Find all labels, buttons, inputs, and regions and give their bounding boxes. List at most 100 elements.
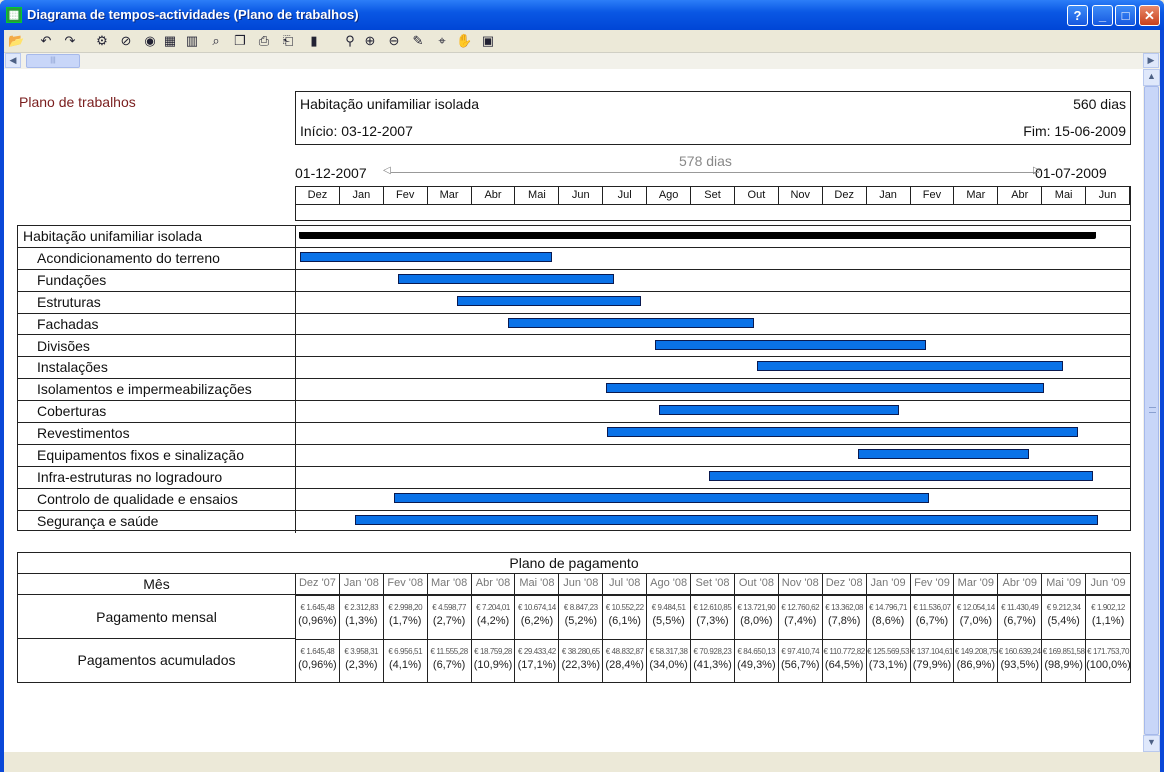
cumulative-percent: (0,96%)	[298, 659, 337, 671]
zoom-area-icon[interactable]: ⌖	[434, 33, 450, 49]
close-button[interactable]: ✕	[1139, 5, 1160, 26]
open-folder-icon[interactable]: 📂	[8, 33, 24, 49]
hand-icon[interactable]: ✋	[456, 33, 472, 49]
status-bar	[4, 752, 1160, 772]
task-bar[interactable]	[606, 427, 1079, 438]
scroll-up-button[interactable]: ▲	[1143, 69, 1160, 86]
minimize-button[interactable]: _	[1092, 5, 1113, 26]
task-bar[interactable]	[355, 514, 1098, 525]
select-zoom-icon[interactable]: ⚲	[342, 33, 358, 49]
task-bar[interactable]	[756, 361, 1064, 372]
payment-month: Jan '09	[866, 574, 911, 595]
task-label: Acondicionamento do terreno	[18, 247, 296, 270]
window-icon[interactable]: ▣	[480, 33, 496, 49]
monthly-cell: € 14.796,71 (8,6%)	[867, 596, 911, 639]
cumulative-amount: € 6.956,51	[388, 647, 423, 656]
month-16: Abr	[998, 187, 1043, 204]
pencil-icon[interactable]: ✎	[410, 33, 426, 49]
record-icon[interactable]: ◉	[142, 33, 158, 49]
monthly-percent: (5,2%)	[564, 615, 597, 627]
task-label: Equipamentos fixos e sinalização	[18, 445, 296, 467]
arrow-right-icon: ▷	[1033, 165, 1041, 176]
monthly-amount: € 11.536,07	[913, 603, 951, 612]
monthly-percent: (4,2%)	[476, 615, 510, 627]
monthly-cell: € 11.430,49 (6,7%)	[998, 596, 1043, 639]
cumulative-cell: € 160.639,24 (93,5%)	[998, 640, 1043, 682]
payment-month: Out '08	[734, 574, 779, 595]
cumulative-percent: (86,9%)	[956, 659, 996, 671]
vertical-scroll-thumb[interactable]	[1144, 86, 1159, 735]
print-icon[interactable]: ⎙	[256, 33, 272, 49]
task-bar[interactable]	[508, 317, 754, 328]
monthly-amount: € 12.760,62	[781, 603, 820, 612]
month-8: Ago	[647, 187, 692, 204]
cumulative-cell: € 29.433,42 (17,1%)	[515, 640, 560, 682]
task-bar[interactable]	[398, 273, 615, 284]
horizontal-scrollbar[interactable]: ◀ ||| ▶	[4, 52, 1160, 69]
title-bar[interactable]: ▦ Diagrama de tempos-actividades (Plano …	[0, 0, 1164, 30]
monthly-amount: € 12.610,85	[693, 603, 732, 612]
scroll-down-button[interactable]: ▼	[1143, 735, 1160, 752]
month-9: Set	[691, 187, 735, 204]
task-bar[interactable]	[300, 251, 553, 262]
range-arrow-line	[391, 172, 1039, 173]
help-button[interactable]: ?	[1067, 5, 1088, 26]
zoom-in-icon[interactable]: ⊕	[362, 33, 378, 49]
monthly-cell: € 7.204,01 (4,2%)	[472, 596, 516, 639]
payment-month: Ago '08	[647, 574, 692, 595]
month-13: Jan	[867, 187, 911, 204]
project-duration: 560 dias	[1073, 96, 1126, 112]
scroll-left-button[interactable]: ◀	[5, 53, 21, 68]
task-bar[interactable]	[605, 383, 1044, 394]
payment-month: Jul '08	[603, 574, 648, 595]
gantt-row: Infra-estruturas no logradouro	[18, 466, 1130, 489]
vertical-scrollbar[interactable]: ▲ ▼	[1143, 69, 1160, 752]
cumulative-cell: € 6.956,51 (4,1%)	[384, 640, 428, 682]
cumulative-amount: € 58.317,38	[649, 647, 688, 656]
task-bar[interactable]	[655, 339, 927, 350]
task-bar[interactable]	[393, 492, 930, 503]
cumulative-amount: € 48.832,87	[605, 647, 644, 656]
monthly-percent: (8,6%)	[871, 615, 905, 627]
payment-table: Plano de pagamento Mês Pagamento mensal …	[17, 552, 1131, 683]
page-zoom-icon[interactable]: ⌕	[208, 33, 224, 49]
monthly-cell: € 8.847,23 (5,2%)	[559, 596, 604, 639]
month-6: Jun	[559, 187, 604, 204]
gantt-row: Segurança e saúde	[18, 510, 1130, 533]
zoom-out-icon[interactable]: ⊖	[386, 33, 402, 49]
range-end: 01-07-2009	[1035, 165, 1107, 181]
scroll-right-button[interactable]: ▶	[1143, 53, 1159, 68]
cumulative-percent: (17,1%)	[517, 659, 557, 671]
task-bar[interactable]	[658, 405, 900, 416]
horizontal-scroll-thumb[interactable]: |||	[26, 54, 80, 68]
monthly-percent: (1,3%)	[345, 615, 378, 627]
toolbar: 📂 ↶ ↷ ⚙ ⊘ ◉ ▦ ▥ ⌕ ❐ ⎙ ⎗ ▮ ⚲ ⊕ ⊖ ✎ ⌖ ✋ ▣	[4, 30, 1160, 52]
histogram-icon[interactable]: ▮	[306, 33, 322, 49]
cumulative-cell: € 70.928,23 (41,3%)	[691, 640, 735, 682]
monthly-percent: (1,7%)	[389, 615, 422, 627]
chart-image-icon[interactable]: ▦	[162, 33, 178, 49]
copy-icon[interactable]: ❐	[232, 33, 248, 49]
monthly-percent: (6,7%)	[915, 615, 949, 627]
monthly-percent: (6,1%)	[608, 615, 641, 627]
undo-icon[interactable]: ↶	[38, 33, 54, 49]
maximize-button[interactable]: □	[1115, 5, 1136, 26]
task-bar[interactable]	[456, 295, 641, 306]
task-bar[interactable]	[858, 449, 1029, 459]
summary-bar[interactable]	[299, 232, 1097, 239]
monthly-amount: € 10.674,14	[517, 603, 556, 612]
window-title: Diagrama de tempos-actividades (Plano de…	[27, 7, 359, 22]
cumulative-percent: (4,1%)	[389, 659, 422, 671]
stop-record-icon[interactable]: ⊘	[118, 33, 134, 49]
cumulative-cell: € 137.104,61 (79,9%)	[911, 640, 955, 682]
monthly-amount: € 11.430,49	[1001, 603, 1039, 612]
cumulative-payment-label: Pagamentos acumulados	[18, 639, 296, 682]
payment-month: Set '08	[691, 574, 735, 595]
task-bar[interactable]	[709, 470, 1094, 481]
monthly-amount: € 13.362,08	[825, 603, 864, 612]
print-setup-icon[interactable]: ⎗	[280, 33, 296, 49]
settings-icon[interactable]: ⚙	[94, 33, 110, 49]
redo-icon[interactable]: ↷	[62, 33, 78, 49]
cumulative-amount: € 171.753,70	[1087, 647, 1129, 656]
bar-chart-icon[interactable]: ▥	[184, 33, 200, 49]
